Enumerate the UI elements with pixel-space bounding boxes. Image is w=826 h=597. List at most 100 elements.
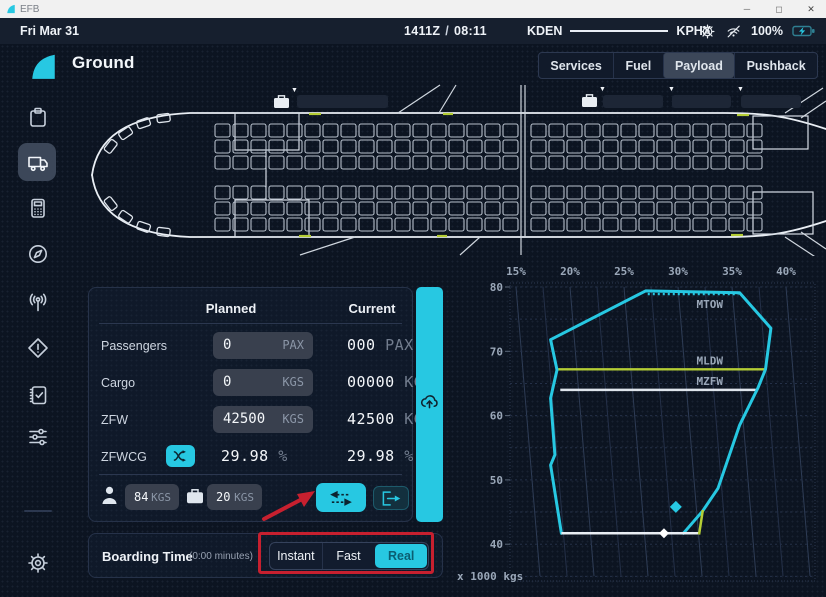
truck-icon: [26, 150, 50, 174]
window-minimize-button[interactable]: ─: [732, 0, 762, 18]
gear-icon: [26, 551, 50, 575]
zfwcg-current-value: 29.98 %: [347, 447, 414, 465]
aft-cargo-bag-icon: [581, 94, 598, 113]
sidebar-divider: [24, 510, 52, 512]
calculator-icon: [26, 196, 50, 220]
aircraft-seatmap: [85, 84, 826, 256]
passengers-planned-input[interactable]: 0PAX: [213, 332, 313, 359]
svg-text:40: 40: [490, 538, 503, 551]
boarding-progress-bar: [416, 287, 443, 522]
zfwcg-planned-value: 29.98 %: [221, 447, 288, 465]
status-bar: Fri Mar 31 1411Z/08:11 KDEN KPHX 10: [0, 18, 826, 44]
aft-cargo-select-3[interactable]: [741, 95, 801, 108]
boarding-time-label: Boarding Time: [102, 549, 193, 564]
aft-cargo-select-1[interactable]: [603, 95, 663, 108]
tab-pushback[interactable]: Pushback: [734, 53, 817, 78]
window-titlebar: EFB ─ ◻ ✕: [0, 0, 826, 18]
svg-text:40%: 40%: [776, 265, 796, 278]
svg-text:20%: 20%: [560, 265, 580, 278]
chevron-down-icon: ▼: [599, 86, 606, 93]
app-logo-icon: [6, 4, 16, 14]
zfw-cg-point: [659, 528, 669, 538]
annotation-arrow: [250, 484, 322, 528]
svg-text:MTOW: MTOW: [697, 298, 724, 311]
column-header-planned: Planned: [181, 301, 281, 316]
svg-text:25%: 25%: [614, 265, 634, 278]
boarding-time-duration: (0:00 minutes): [189, 551, 253, 562]
route-line: [570, 30, 668, 32]
sidebar-item-alerts[interactable]: [0, 328, 75, 368]
divider: [99, 323, 402, 324]
door-exit-icon: [380, 490, 402, 507]
svg-text:50: 50: [490, 474, 503, 487]
svg-text:x 1000 kgs: x 1000 kgs: [457, 570, 523, 583]
antenna-icon: [26, 290, 50, 314]
table-row-zfwcg: ZFWCG 29.98 % 29.98 %: [89, 442, 412, 472]
briefcase-icon: [186, 489, 204, 504]
checklist-icon: [26, 383, 50, 407]
tow-cg-point: [670, 501, 682, 513]
sidebar-item-settings[interactable]: [0, 543, 75, 583]
status-date: Fri Mar 31: [20, 24, 79, 38]
airline-tail-logo: [30, 53, 57, 80]
seat-grid: [215, 124, 762, 231]
sidebar-item-flightplan[interactable]: [0, 97, 75, 137]
svg-text:MLDW: MLDW: [697, 354, 724, 367]
shuffle-icon: [172, 449, 190, 463]
fwd-cargo-select[interactable]: [297, 95, 388, 108]
window-title: EFB: [20, 4, 39, 15]
zfw-planned-input[interactable]: 42500KGS: [213, 406, 313, 433]
sidebar-item-settings-adjust[interactable]: [0, 417, 75, 457]
column-header-current: Current: [322, 301, 422, 316]
pax-weight-input[interactable]: 84KGS: [125, 484, 179, 510]
load-transfer-button[interactable]: [316, 483, 366, 512]
status-clock: 1411Z/08:11: [404, 24, 487, 38]
tab-services[interactable]: Services: [539, 53, 613, 78]
alert-diamond-icon: [26, 336, 50, 360]
sidebar-item-performance[interactable]: [0, 188, 75, 228]
compass-icon: [26, 242, 50, 266]
battery-charging-icon: [792, 24, 816, 38]
cg-envelope-chart: 15%20%25%30%35%40%8070605040x 1000 kgsMT…: [455, 258, 826, 597]
origin-airport: KDEN: [527, 24, 562, 38]
sidebar-item-checklist[interactable]: [0, 375, 75, 415]
svg-text:15%: 15%: [506, 265, 526, 278]
table-row-zfw: ZFW 42500KGS 42500 KGS: [89, 405, 412, 435]
main-stage: Ground ServicesFuelPayloadPushback: [0, 44, 826, 597]
route-indicator: KDEN KPHX: [527, 18, 711, 44]
window-maximize-button[interactable]: ◻: [764, 0, 794, 18]
svg-text:35%: 35%: [722, 265, 742, 278]
battery-percent: 100%: [751, 24, 783, 38]
table-row-cargo: Cargo 0KGS 00000 KGS: [89, 368, 412, 398]
sidebar-item-ground[interactable]: [0, 142, 75, 182]
aft-cargo-select-2[interactable]: [672, 95, 731, 108]
wifi-off-icon: [725, 23, 742, 40]
chevron-down-icon: ▼: [668, 86, 675, 93]
gear-icon[interactable]: [699, 23, 716, 40]
tab-fuel[interactable]: Fuel: [613, 53, 662, 78]
chevron-down-icon: ▼: [737, 86, 744, 93]
window-close-button[interactable]: ✕: [796, 0, 826, 18]
table-row-passengers: Passengers 0PAX 000 PAX: [89, 331, 412, 361]
svg-text:60: 60: [490, 410, 503, 423]
sidebar-item-radio[interactable]: [0, 282, 75, 322]
ground-tabs: ServicesFuelPayloadPushback: [538, 52, 818, 79]
sliders-icon: [26, 425, 50, 449]
annotation-box: [258, 532, 434, 574]
efb-app-window: EFB ─ ◻ ✕ Fri Mar 31 1411Z/08:11 KDEN KP…: [0, 0, 826, 597]
zfwcg-shuffle-button[interactable]: [166, 445, 195, 467]
tab-payload[interactable]: Payload: [663, 53, 735, 78]
divider: [99, 474, 402, 475]
person-icon: [101, 486, 118, 505]
passengers-current-value: 000 PAX: [347, 336, 414, 354]
sidebar-item-navigation[interactable]: [0, 234, 75, 274]
svg-text:MZFW: MZFW: [697, 375, 724, 388]
svg-text:70: 70: [490, 345, 503, 358]
cloud-upload-icon: [419, 392, 440, 410]
deboard-button[interactable]: [373, 486, 409, 510]
svg-text:30%: 30%: [668, 265, 688, 278]
clipboard-icon: [26, 105, 50, 129]
cargo-planned-input[interactable]: 0KGS: [213, 369, 313, 396]
fwd-cargo-bag-icon: [273, 95, 290, 114]
chevron-down-icon: ▼: [291, 87, 298, 94]
